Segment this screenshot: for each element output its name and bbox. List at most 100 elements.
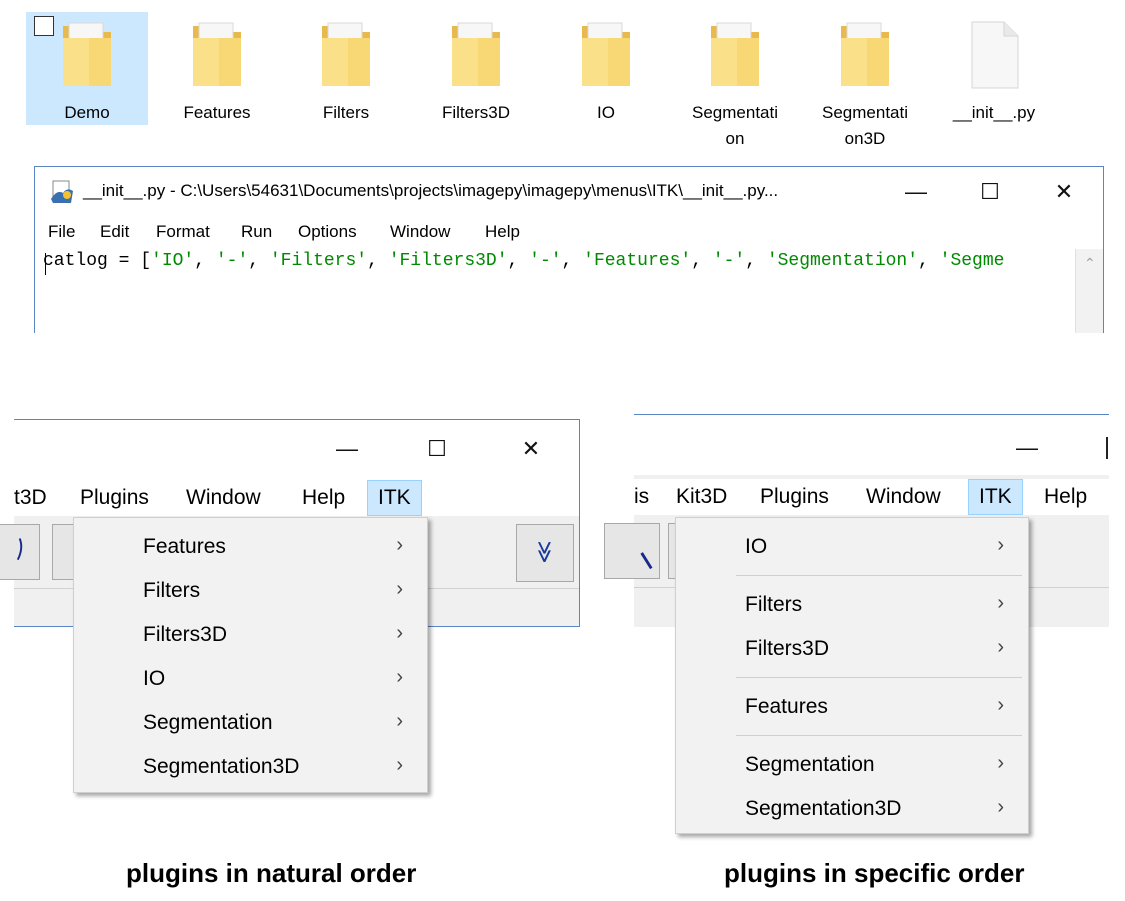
menu-help[interactable]: Help (485, 222, 520, 242)
dropdown-item-label: Filters (745, 593, 803, 616)
vertical-scrollbar[interactable]: ⌃ (1075, 249, 1103, 333)
minimize-icon[interactable]: — (901, 177, 931, 207)
folder-io[interactable]: IO (545, 12, 667, 150)
menu-separator (736, 735, 1022, 736)
maximize-icon[interactable]: ☐ (422, 434, 452, 464)
editor-title: __init__.py - C:\Users\54631\Documents\p… (83, 181, 779, 200)
dropdown-item-segmentation3d[interactable]: Segmentation3D › (676, 788, 1028, 832)
chevron-right-icon: › (997, 592, 1004, 614)
dropdown-item-label: IO (745, 535, 768, 558)
dropdown-item-filters[interactable]: Filters › (74, 570, 427, 614)
menu-plugins[interactable]: Plugins (760, 485, 829, 509)
left-caption: plugins in natural order (126, 858, 417, 888)
minimize-icon[interactable]: — (332, 434, 362, 464)
dropdown-item-label: Filters3D (745, 637, 830, 660)
menu-window[interactable]: Window (866, 485, 941, 509)
folder-label: Segmentati on3D (822, 103, 908, 148)
folder-icon (711, 22, 759, 86)
more-tools-button[interactable]: ≫ (516, 524, 574, 582)
menu-tools[interactable]: is (634, 485, 649, 509)
menu-itk[interactable]: ITK (968, 479, 1023, 515)
code-string: '-' (529, 251, 562, 271)
menu-file[interactable]: File (48, 222, 75, 242)
dropdown-item-features[interactable]: Features › (676, 686, 1028, 730)
code-string: 'IO' (151, 251, 195, 271)
scroll-up-icon[interactable]: ⌃ (1084, 255, 1096, 272)
left-menubar: t3D Plugins Window Help ITK (14, 480, 579, 516)
dropdown-item-label: Filters (143, 579, 201, 602)
folder-filters3d[interactable]: Filters3D (415, 12, 537, 150)
editor-titlebar: __init__.py - C:\Users\54631\Documents\p… (35, 167, 1103, 217)
dropdown-item-segmentation[interactable]: Segmentation › (74, 702, 427, 746)
folder-label: Demo (64, 103, 110, 122)
editor-window: __init__.py - C:\Users\54631\Documents\p… (34, 166, 1104, 333)
menu-run[interactable]: Run (241, 222, 272, 242)
folder-label: Filters3D (441, 103, 510, 122)
python-file-icon (51, 180, 73, 203)
right-caption: plugins in specific order (724, 858, 1025, 888)
folder-icon (452, 22, 500, 86)
zoom-tool-button[interactable] (604, 523, 660, 579)
chevron-right-icon: › (396, 622, 403, 644)
maximize-icon-partial[interactable] (1106, 437, 1108, 459)
file-init-py[interactable]: __init__.py (933, 12, 1055, 150)
menu-format[interactable]: Format (156, 222, 210, 242)
menu-options[interactable]: Options (298, 222, 357, 242)
menu-help[interactable]: Help (302, 486, 345, 510)
right-titlebar: — (634, 415, 1109, 475)
menu-edit[interactable]: Edit (100, 222, 129, 242)
file-icon (971, 21, 1019, 89)
chevron-right-icon: › (997, 752, 1004, 774)
menu-separator (736, 575, 1022, 576)
folder-segmentation3d[interactable]: Segmentati on3D (804, 12, 926, 150)
dropdown-item-io[interactable]: IO › (676, 526, 1028, 570)
code-prefix: catlog = [ (43, 251, 152, 271)
chevron-right-icon: › (396, 666, 403, 688)
double-chevron-down-icon: ≫ (532, 540, 558, 564)
menu-help[interactable]: Help (1044, 485, 1087, 509)
folder-icon (582, 22, 630, 86)
menu-kit3d[interactable]: t3D (14, 486, 47, 510)
folder-segmentation[interactable]: Segmentati on (674, 12, 796, 150)
dropdown-item-io[interactable]: IO › (74, 658, 427, 702)
hand-tool-button[interactable] (0, 524, 40, 580)
dropdown-item-label: IO (143, 667, 166, 690)
menu-window[interactable]: Window (390, 222, 450, 242)
code-string: '-' (215, 251, 249, 271)
folder-label: Features (183, 103, 251, 122)
chevron-right-icon: › (997, 636, 1004, 658)
dropdown-item-segmentation3d[interactable]: Segmentation3D › (74, 746, 427, 790)
menu-itk[interactable]: ITK (367, 480, 422, 516)
folder-filters[interactable]: Filters (285, 12, 407, 150)
folder-features[interactable]: Features (156, 12, 278, 150)
dropdown-item-label: Segmentation3D (745, 797, 902, 820)
menu-separator (736, 677, 1022, 678)
menu-window[interactable]: Window (186, 486, 261, 510)
folder-icon (193, 22, 241, 86)
dropdown-item-label: Segmentation (143, 711, 273, 734)
selection-checkbox[interactable] (34, 16, 54, 36)
dropdown-item-filters3d[interactable]: Filters3D › (676, 628, 1028, 672)
folder-label: IO (597, 103, 615, 122)
file-label: __init__.py (952, 103, 1036, 122)
dropdown-item-filters[interactable]: Filters › (676, 584, 1028, 628)
menu-kit3d[interactable]: Kit3D (676, 485, 727, 509)
chevron-right-icon: › (997, 796, 1004, 818)
dropdown-item-filters3d[interactable]: Filters3D › (74, 614, 427, 658)
dropdown-item-segmentation[interactable]: Segmentation › (676, 744, 1028, 788)
dropdown-item-features[interactable]: Features › (74, 526, 427, 570)
folder-demo[interactable]: Demo (26, 12, 148, 125)
menu-plugins[interactable]: Plugins (80, 486, 149, 510)
dropdown-item-label: Features (143, 535, 226, 558)
dropdown-item-label: Features (745, 695, 828, 718)
code-text-area[interactable]: catlog = ['IO', '-', 'Filters', 'Filters… (43, 251, 1073, 333)
close-icon[interactable]: ✕ (1049, 177, 1079, 207)
maximize-icon[interactable]: ☐ (975, 177, 1005, 207)
minimize-icon[interactable]: — (1012, 433, 1042, 463)
code-string: 'Segme (939, 251, 1005, 271)
dropdown-item-label: Segmentation3D (143, 755, 300, 778)
chevron-right-icon: › (997, 534, 1004, 556)
chevron-right-icon: › (396, 754, 403, 776)
close-icon[interactable]: ✕ (516, 434, 546, 464)
code-string: 'Filters3D' (388, 251, 508, 271)
